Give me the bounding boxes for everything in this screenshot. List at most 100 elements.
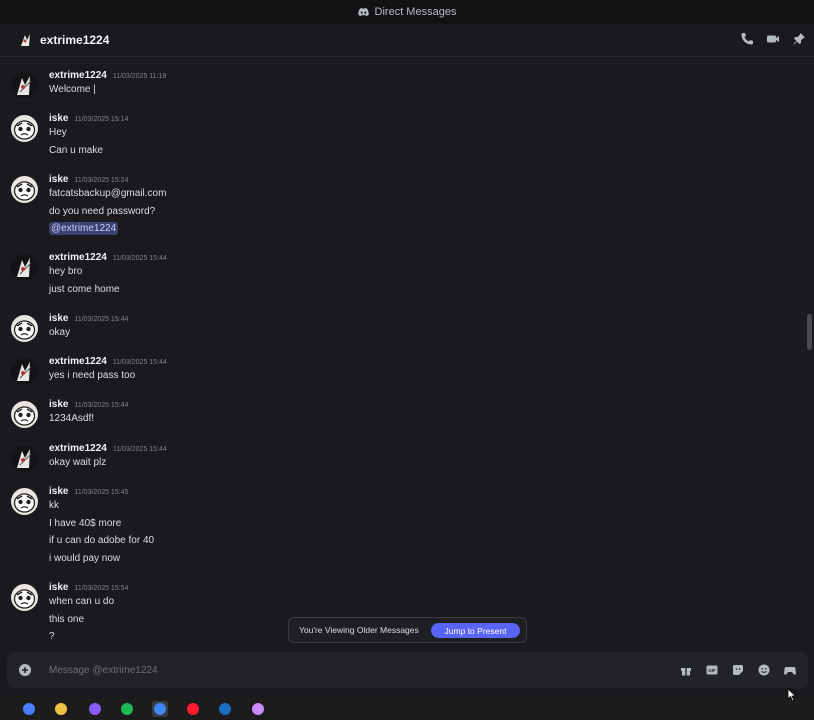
scrollbar[interactable]: [807, 58, 812, 648]
message-author[interactable]: extrime1224: [49, 70, 107, 81]
user-mention[interactable]: @extrime1224: [49, 222, 119, 235]
message-text: do you need password?: [49, 205, 156, 217]
message-timestamp: 11/03/2025 15:44: [112, 359, 167, 366]
message-text: this one: [49, 613, 85, 625]
message-text: kk: [49, 500, 59, 511]
message-group[interactable]: extrime1224 11/03/2025 15:44 hey bro just c…: [0, 252, 800, 302]
message-text: okay: [49, 327, 71, 338]
message-text: @extrime1224: [49, 222, 119, 235]
message-group[interactable]: iske 11/03/2025 15:44 okay: [0, 313, 800, 345]
avatar[interactable]: [11, 254, 38, 281]
message-meta: extrime1224 11/03/2025 15:44: [49, 252, 167, 263]
message-text: just come home: [49, 283, 120, 295]
emoji-icon[interactable]: [758, 664, 770, 676]
message-composer: GIF: [7, 652, 808, 688]
steam-icon[interactable]: [217, 701, 233, 717]
message-timestamp: 11/03/2025 15:24: [74, 177, 129, 184]
message-meta: iske 11/03/2025 15:44: [49, 313, 128, 324]
message-author[interactable]: iske: [49, 313, 68, 324]
message-group[interactable]: iske 11/03/2025 15:44 1234Asdf!: [0, 399, 800, 431]
dm-username[interactable]: extrime1224: [40, 33, 109, 47]
message-group[interactable]: extrime1224 11/03/2025 11:19 Welcome |: [0, 70, 800, 102]
message-text: hey bro: [49, 266, 83, 277]
gift-icon[interactable]: [680, 664, 692, 676]
app-icon-1[interactable]: [21, 701, 37, 717]
avatar[interactable]: [11, 315, 38, 342]
avatar[interactable]: [17, 31, 35, 49]
avatar[interactable]: [11, 445, 38, 472]
message-timestamp: 11/03/2025 15:44: [112, 255, 167, 262]
message-text: when can u do: [49, 596, 115, 607]
avatar[interactable]: [11, 72, 38, 99]
message-timestamp: 11/03/2025 15:44: [74, 316, 129, 323]
message-timestamp: 11/03/2025 15:44: [74, 402, 129, 409]
message-author[interactable]: iske: [49, 174, 68, 185]
message-group[interactable]: extrime1224 11/03/2025 15:44 okay wait plz: [0, 443, 800, 475]
message-text: fatcatsbackup@gmail.com: [49, 188, 167, 199]
window-titlebar: Direct Messages: [0, 0, 814, 24]
jump-to-present-button[interactable]: Jump to Present: [431, 623, 520, 638]
message-author[interactable]: extrime1224: [49, 356, 107, 367]
message-meta: iske 11/03/2025 15:54: [49, 582, 128, 593]
message-text: Can u make: [49, 144, 103, 156]
dm-header: extrime1224: [0, 24, 814, 57]
gif-icon[interactable]: GIF: [706, 664, 718, 676]
older-messages-text: You're Viewing Older Messages: [299, 625, 419, 635]
message-text: yes i need pass too: [49, 370, 136, 381]
avatar[interactable]: [11, 401, 38, 428]
message-text: I have 40$ more: [49, 517, 122, 529]
message-text: ?: [49, 631, 55, 642]
discord-icon: [357, 8, 369, 16]
message-group[interactable]: extrime1224 11/03/2025 15:44 yes i need pa…: [0, 356, 800, 388]
pin-icon[interactable]: [792, 32, 806, 46]
avatar[interactable]: [11, 488, 38, 515]
message-text: 1234Asdf!: [49, 413, 95, 424]
spotify-icon[interactable]: [119, 701, 135, 717]
message-meta: extrime1224 11/03/2025 15:44: [49, 356, 167, 367]
message-timestamp: 11/03/2025 11:19: [112, 73, 167, 80]
app-icon-3[interactable]: [87, 701, 103, 717]
chrome-icon[interactable]: [152, 701, 168, 717]
message-meta: iske 11/03/2025 15:24: [49, 174, 128, 185]
message-text: okay wait plz: [49, 457, 107, 468]
scrollbar-thumb[interactable]: [807, 314, 812, 350]
window-title: Direct Messages: [374, 6, 457, 18]
message-meta: iske 11/03/2025 15:14: [49, 113, 128, 124]
mouse-cursor-icon: [787, 688, 797, 702]
avatar[interactable]: [11, 584, 38, 611]
message-input[interactable]: [49, 661, 649, 679]
message-author[interactable]: extrime1224: [49, 252, 107, 263]
message-group[interactable]: iske 11/03/2025 15:24 fatcatsbackup@gmail.…: [0, 174, 800, 242]
avatar[interactable]: [11, 176, 38, 203]
message-author[interactable]: extrime1224: [49, 443, 107, 454]
svg-text:GIF: GIF: [708, 668, 716, 673]
video-icon[interactable]: [766, 32, 780, 46]
message-author[interactable]: iske: [49, 486, 68, 497]
message-author[interactable]: iske: [49, 582, 68, 593]
opera-icon[interactable]: [185, 701, 201, 717]
message-meta: extrime1224 11/03/2025 15:44: [49, 443, 167, 454]
message-text: if u can do adobe for 40: [49, 535, 155, 546]
message-text: i would pay now: [49, 552, 121, 564]
file-explorer-icon[interactable]: [53, 701, 69, 717]
message-author[interactable]: iske: [49, 399, 68, 410]
message-text: Welcome |: [49, 84, 96, 95]
message-author[interactable]: iske: [49, 113, 68, 124]
message-timestamp: 11/03/2025 15:54: [74, 585, 129, 592]
message-group[interactable]: iske 11/03/2025 15:45 kk I have 40$ more if …: [0, 486, 800, 572]
avatar[interactable]: [11, 115, 38, 142]
sticker-icon[interactable]: [732, 664, 744, 676]
activity-icon[interactable]: [784, 664, 796, 676]
avatar[interactable]: [11, 358, 38, 385]
message-group[interactable]: iske 11/03/2025 15:14 Hey Can u make: [0, 113, 800, 163]
message-timestamp: 11/03/2025 15:14: [74, 116, 129, 123]
message-list[interactable]: extrime1224 11/03/2025 11:19 Welcome | iske…: [0, 58, 806, 648]
app-icon-8[interactable]: [250, 701, 266, 717]
message-timestamp: 11/03/2025 15:45: [74, 489, 129, 496]
message-timestamp: 11/03/2025 15:44: [112, 446, 167, 453]
older-messages-bar: You're Viewing Older Messages Jump to Pr…: [288, 617, 527, 643]
add-attachment-icon[interactable]: [19, 664, 31, 676]
phone-icon[interactable]: [740, 32, 754, 46]
message-text: Hey: [49, 127, 67, 138]
message-meta: iske 11/03/2025 15:45: [49, 486, 128, 497]
